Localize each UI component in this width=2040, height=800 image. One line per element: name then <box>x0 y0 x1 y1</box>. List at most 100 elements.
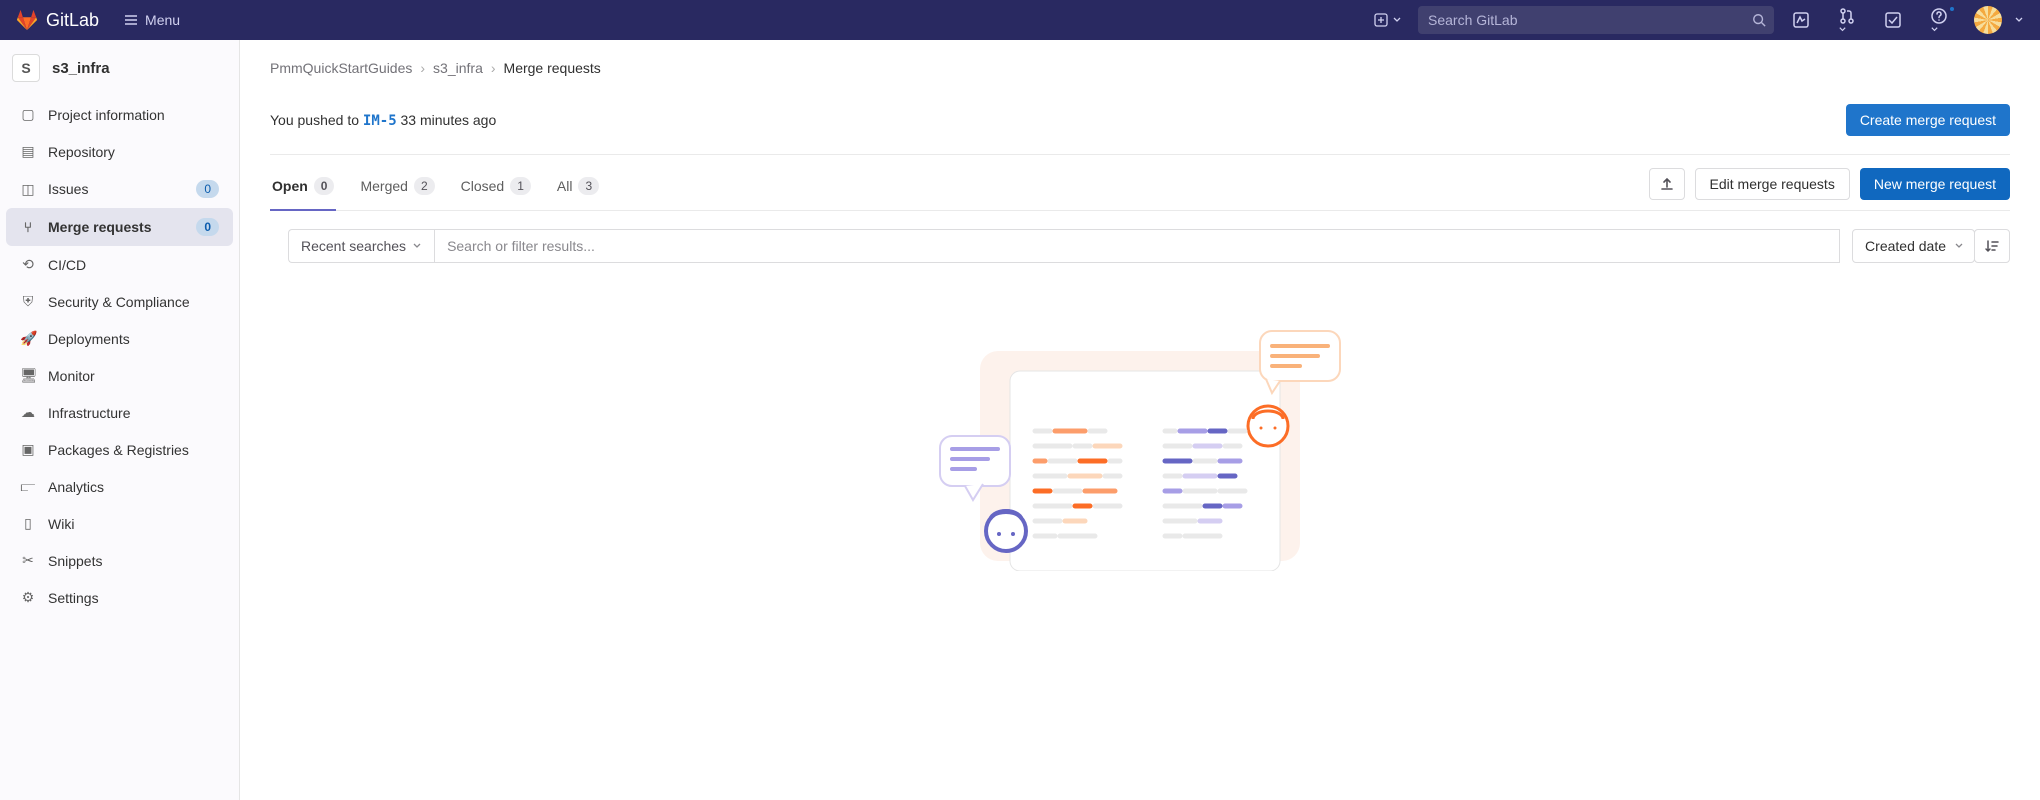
filter-input[interactable] <box>434 229 1840 263</box>
breadcrumb-current: Merge requests <box>504 60 601 76</box>
chevron-down-icon <box>1954 241 1964 251</box>
new-merge-request-button[interactable]: New merge request <box>1860 168 2010 200</box>
search-input[interactable] <box>1418 6 1774 34</box>
hamburger-icon <box>123 12 139 28</box>
sidebar-item-label: Deployments <box>48 331 219 347</box>
sidebar: S s3_infra ▢ Project information ▤ Reposit… <box>0 40 240 800</box>
filter-row: Recent searches Created date <box>270 211 2010 281</box>
sidebar-item-label: Security & Compliance <box>48 294 219 310</box>
sidebar-item-label: Project information <box>48 107 219 123</box>
menu-button[interactable]: Menu <box>123 12 180 28</box>
sidebar-item-label: Merge requests <box>48 219 184 235</box>
issues-icon: ◫ <box>20 181 36 198</box>
scissors-icon: ✂ <box>20 552 36 569</box>
search-icon <box>1752 13 1766 27</box>
sidebar-item-analytics[interactable]: ⫍Analytics <box>6 468 233 505</box>
user-avatar[interactable] <box>1974 6 2002 34</box>
repo-icon: ▤ <box>20 143 36 160</box>
sidebar-item-label: Monitor <box>48 368 219 384</box>
shield-icon: ⛨ <box>20 293 36 310</box>
tab-all[interactable]: All 3 <box>555 167 601 211</box>
sidebar-item-project-information[interactable]: ▢ Project information <box>6 96 233 133</box>
rocket-icon: ⟲ <box>20 256 36 273</box>
gitlab-logo[interactable]: GitLab <box>16 9 99 31</box>
tab-closed[interactable]: Closed 1 <box>459 167 533 211</box>
tab-merged[interactable]: Merged2 <box>358 167 436 211</box>
sort-dropdown[interactable]: Created date <box>1852 229 1975 263</box>
chevron-right-icon: › <box>420 60 425 76</box>
sidebar-item-label: Infrastructure <box>48 405 219 421</box>
brand-label: GitLab <box>46 10 99 31</box>
chevron-down-icon <box>412 241 422 251</box>
count-badge: 3 <box>578 177 599 195</box>
monitor-icon: 🖥 <box>20 367 36 384</box>
sidebar-item-wiki[interactable]: ▯Wiki <box>6 505 233 542</box>
recent-searches-dropdown[interactable]: Recent searches <box>288 229 434 263</box>
sidebar-item-cicd[interactable]: ⟲ CI/CD <box>6 246 233 283</box>
sidebar-project-header[interactable]: S s3_infra <box>0 40 239 96</box>
tabs-row: Open 0 Merged2 Closed 1 All 3 Edit merge re… <box>270 155 2010 211</box>
tab-open[interactable]: Open 0 <box>270 167 336 211</box>
create-merge-request-button[interactable]: Create merge request <box>1846 104 2010 136</box>
count-badge: 0 <box>196 218 219 236</box>
notification-dot-icon <box>1948 5 1956 13</box>
push-text: You pushed to IM-5 33 minutes ago <box>270 112 496 129</box>
branch-link[interactable]: IM-5 <box>363 113 397 129</box>
sidebar-item-security[interactable]: ⛨ Security & Compliance <box>6 283 233 320</box>
gear-icon: ⚙ <box>20 589 36 606</box>
sort-direction-button[interactable] <box>1974 229 2010 263</box>
new-dropdown[interactable] <box>1366 9 1410 31</box>
chevron-down-icon <box>1930 25 1939 34</box>
merge-requests-icon[interactable] <box>1828 7 1866 34</box>
sidebar-item-label: Issues <box>48 181 184 197</box>
project-avatar: S <box>12 54 40 82</box>
tab-label: Open <box>272 178 308 194</box>
sidebar-item-packages[interactable]: ▣ Packages & Registries <box>6 431 233 468</box>
chevron-down-icon <box>1838 25 1847 34</box>
sidebar-item-issues[interactable]: ◫ Issues 0 <box>6 170 233 208</box>
count-badge: 0 <box>314 177 335 195</box>
sidebar-item-deployments[interactable]: 🚀 Deployments <box>6 320 233 357</box>
topbar: GitLab Menu <box>0 0 2040 40</box>
sidebar-item-infrastructure[interactable]: ☁Infrastructure <box>6 394 233 431</box>
sidebar-item-snippets[interactable]: ✂ Snippets <box>6 542 233 579</box>
sidebar-item-label: Analytics <box>48 479 219 495</box>
count-badge: 0 <box>196 180 219 198</box>
sidebar-item-monitor[interactable]: 🖥 Monitor <box>6 357 233 394</box>
tab-label: Merged <box>360 178 407 194</box>
edit-merge-requests-button[interactable]: Edit merge requests <box>1695 168 1850 200</box>
plus-icon <box>1374 13 1388 27</box>
main-content: PmmQuickStartGuides › s3_infra › Merge r… <box>240 40 2040 800</box>
issues-icon[interactable] <box>1782 11 1820 29</box>
help-icon[interactable] <box>1920 7 1958 34</box>
info-icon: ▢ <box>20 106 36 123</box>
count-badge: 1 <box>510 177 531 195</box>
todos-icon[interactable] <box>1874 11 1912 29</box>
sidebar-item-label: CI/CD <box>48 257 219 273</box>
tab-label: Closed <box>461 178 505 194</box>
push-suffix: 33 minutes ago <box>397 112 497 128</box>
package-icon: ▣ <box>20 441 36 458</box>
sidebar-item-label: Settings <box>48 590 219 606</box>
rocket-icon: 🚀 <box>20 330 36 347</box>
sidebar-item-repository[interactable]: ▤ Repository <box>6 133 233 170</box>
sidebar-item-label: Snippets <box>48 553 219 569</box>
chevron-down-icon <box>1392 15 1402 25</box>
sidebar-item-label: Wiki <box>48 516 219 532</box>
sidebar-item-settings[interactable]: ⚙ Settings <box>6 579 233 616</box>
push-banner: You pushed to IM-5 33 minutes ago Create… <box>270 86 2010 155</box>
sidebar-item-label: Repository <box>48 144 219 160</box>
export-button[interactable] <box>1649 168 1685 200</box>
breadcrumb-group[interactable]: PmmQuickStartGuides <box>270 60 412 76</box>
breadcrumb-project[interactable]: s3_infra <box>433 60 483 76</box>
merge-icon: ⑂ <box>20 219 36 235</box>
chevron-down-icon <box>2014 15 2024 25</box>
sidebar-item-label: Packages & Registries <box>48 442 219 458</box>
tab-actions: Edit merge requests New merge request <box>1649 168 2010 210</box>
chevron-right-icon: › <box>491 60 496 76</box>
tab-label: All <box>557 178 573 194</box>
recent-searches-label: Recent searches <box>301 238 406 254</box>
global-search <box>1418 6 1774 34</box>
sidebar-item-merge-requests[interactable]: ⑂ Merge requests 0 <box>6 208 233 246</box>
menu-label: Menu <box>145 12 180 28</box>
